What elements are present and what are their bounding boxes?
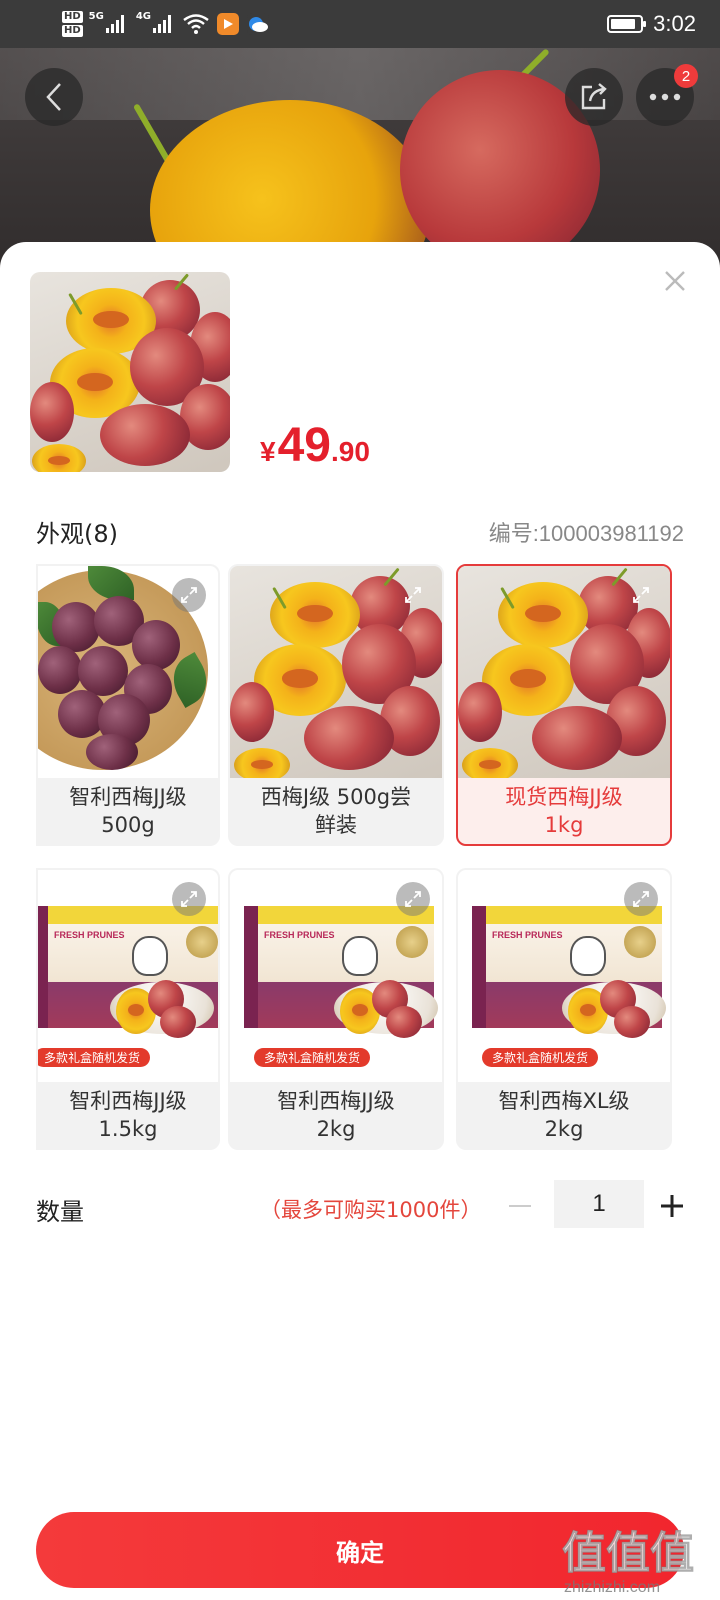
expand-icon[interactable] (172, 882, 206, 916)
promo-tag: 多款礼盒随机发货 (482, 1048, 599, 1067)
plus-icon (661, 1195, 683, 1217)
signal-icon (105, 15, 126, 33)
option-card-3[interactable]: FRESH PRUNES 多款礼盒随机发货 智利西梅JJ级 1.5kg (36, 868, 220, 1150)
share-icon (581, 83, 607, 110)
option-label: 现货西梅JJ级 1kg (505, 785, 623, 837)
network-4g-label: 4G (135, 10, 152, 22)
expand-icon[interactable] (624, 882, 658, 916)
box-title: FRESH PRUNES (492, 930, 563, 940)
option-label: 智利西梅JJ级 1.5kg (69, 1089, 187, 1141)
expand-icon[interactable] (396, 578, 430, 612)
promo-tag: 多款礼盒随机发货 (254, 1048, 371, 1067)
notification-badge: 2 (674, 64, 698, 88)
promo-tag: 多款礼盒随机发货 (38, 1048, 151, 1067)
more-button[interactable]: 2 (636, 64, 698, 126)
option-label: 智利西梅JJ级 500g (69, 785, 187, 837)
purchase-limit-text: （最多可购买1000件） (260, 1198, 482, 1222)
price: ¥ 49 .90 (260, 419, 370, 472)
spec-selection-sheet: ¥ 49 .90 外观(8) 编号:100003981192 智利西梅JJ级 5… (0, 242, 720, 1600)
expand-icon[interactable] (172, 578, 206, 612)
option-label: 智利西梅JJ级 2kg (277, 1089, 395, 1141)
product-code: 编号:100003981192 (488, 521, 684, 546)
confirm-button[interactable]: 确定 (36, 1512, 684, 1588)
share-button[interactable] (565, 68, 623, 126)
minus-icon (509, 1205, 531, 1207)
network-5g-label: 5G (88, 10, 104, 22)
box-title: FRESH PRUNES (54, 930, 125, 940)
option-label: 西梅J级 500g尝 鲜装 (260, 785, 412, 837)
selected-product-thumbnail[interactable] (30, 272, 230, 472)
quantity-increase-button[interactable] (652, 1186, 692, 1226)
expand-icon[interactable] (624, 578, 658, 612)
option-card-0[interactable]: 智利西梅JJ级 500g (36, 564, 220, 846)
expand-icon[interactable] (396, 882, 430, 916)
back-button[interactable] (25, 68, 83, 126)
box-title: FRESH PRUNES (264, 930, 335, 940)
quantity-input[interactable] (554, 1180, 644, 1228)
hd-indicator: HD HD (62, 11, 83, 37)
option-card-1[interactable]: 西梅J级 500g尝 鲜装 (228, 564, 444, 846)
status-bar: HD HD 5G 4G 3:02 (0, 0, 720, 48)
option-label: 智利西梅XL级 2kg (498, 1089, 630, 1141)
video-app-icon (217, 13, 240, 35)
battery-icon (607, 15, 647, 33)
option-card-5[interactable]: FRESH PRUNES 多款礼盒随机发货 智利西梅XL级 2kg (456, 868, 672, 1150)
more-dots-icon (649, 93, 681, 101)
quantity-decrease-button[interactable] (500, 1186, 540, 1226)
signal-icon-2 (153, 15, 173, 33)
quantity-label: 数量 (36, 1198, 84, 1226)
chevron-left-icon (46, 83, 61, 111)
clock: 3:02 (653, 11, 696, 36)
cloud-app-icon (247, 13, 270, 35)
close-icon[interactable] (660, 266, 690, 296)
option-card-4[interactable]: FRESH PRUNES 多款礼盒随机发货 智利西梅JJ级 2kg (228, 868, 444, 1150)
option-card-2[interactable]: 现货西梅JJ级 1kg (456, 564, 672, 846)
spec-title: 外观(8) (36, 520, 118, 548)
wifi-icon (183, 14, 209, 34)
